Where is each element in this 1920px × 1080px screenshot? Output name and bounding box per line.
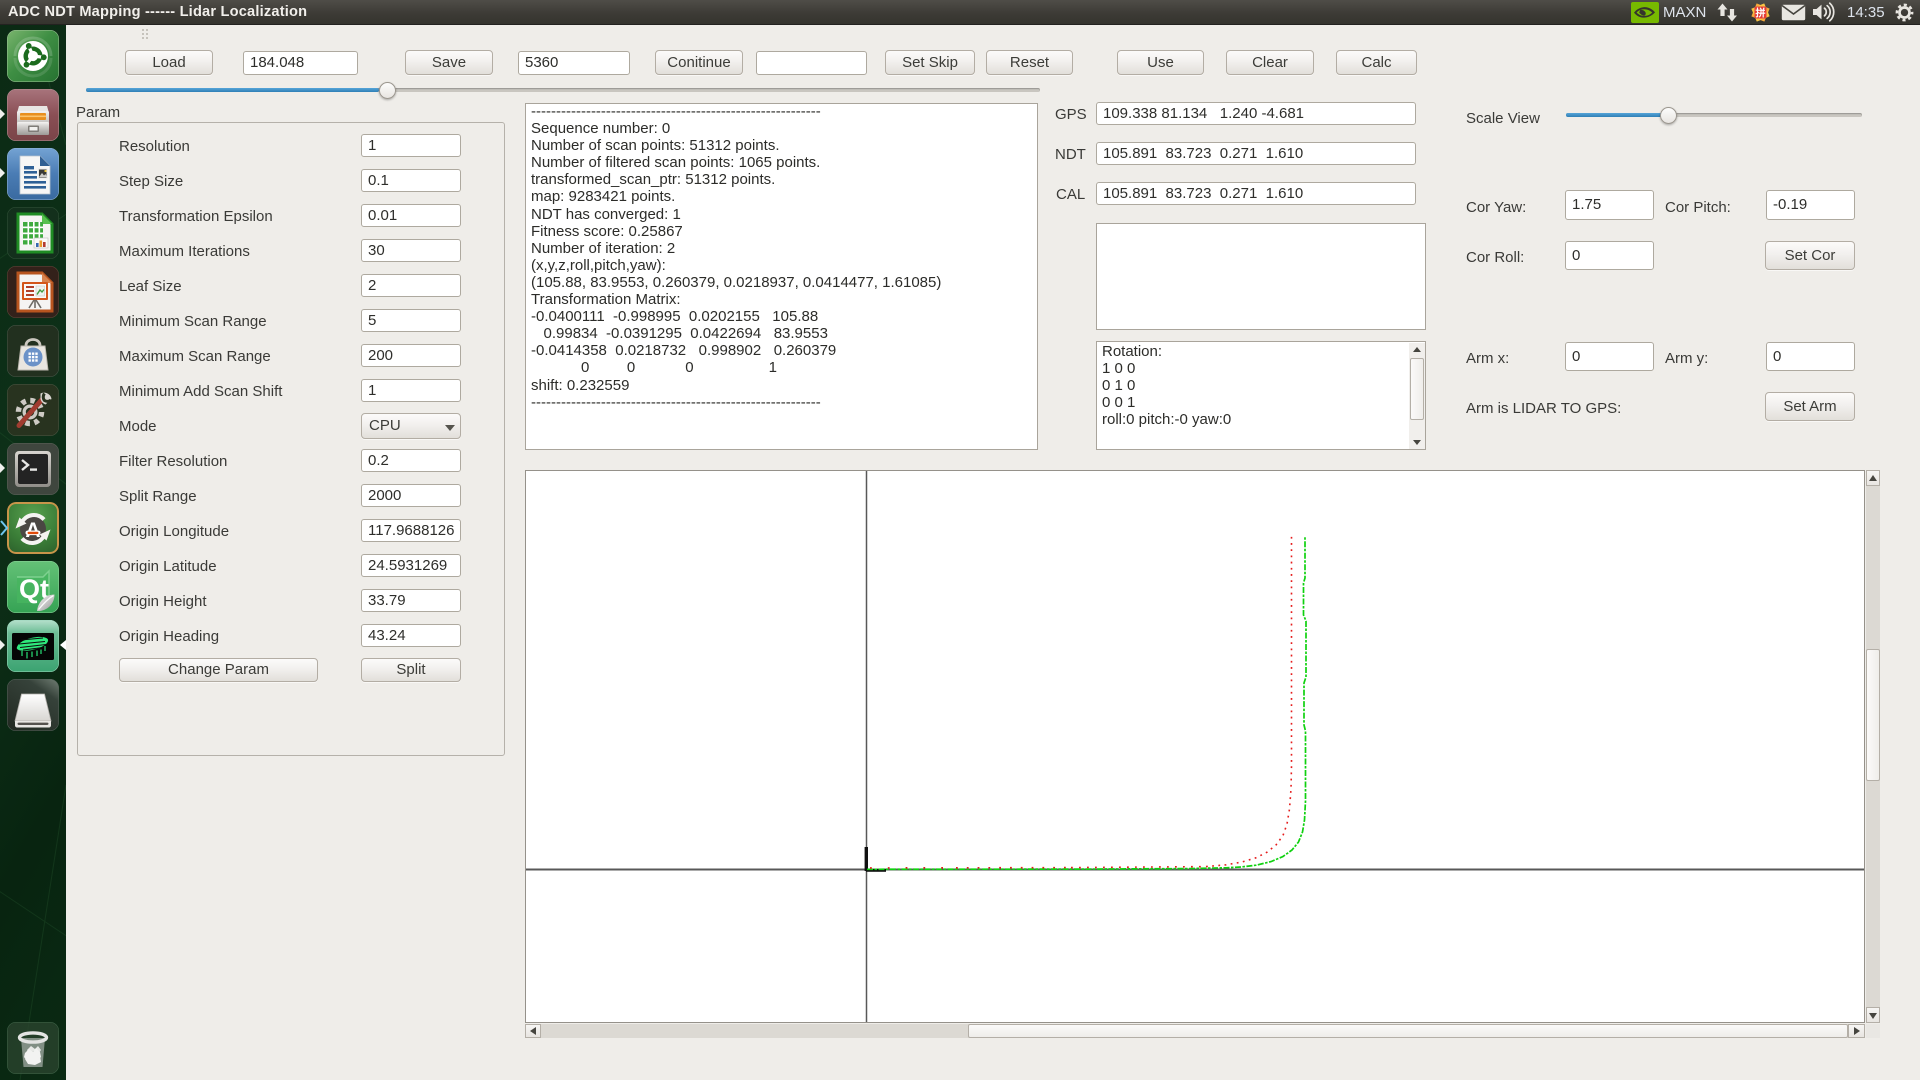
svg-text:拼: 拼 [1756,7,1766,20]
